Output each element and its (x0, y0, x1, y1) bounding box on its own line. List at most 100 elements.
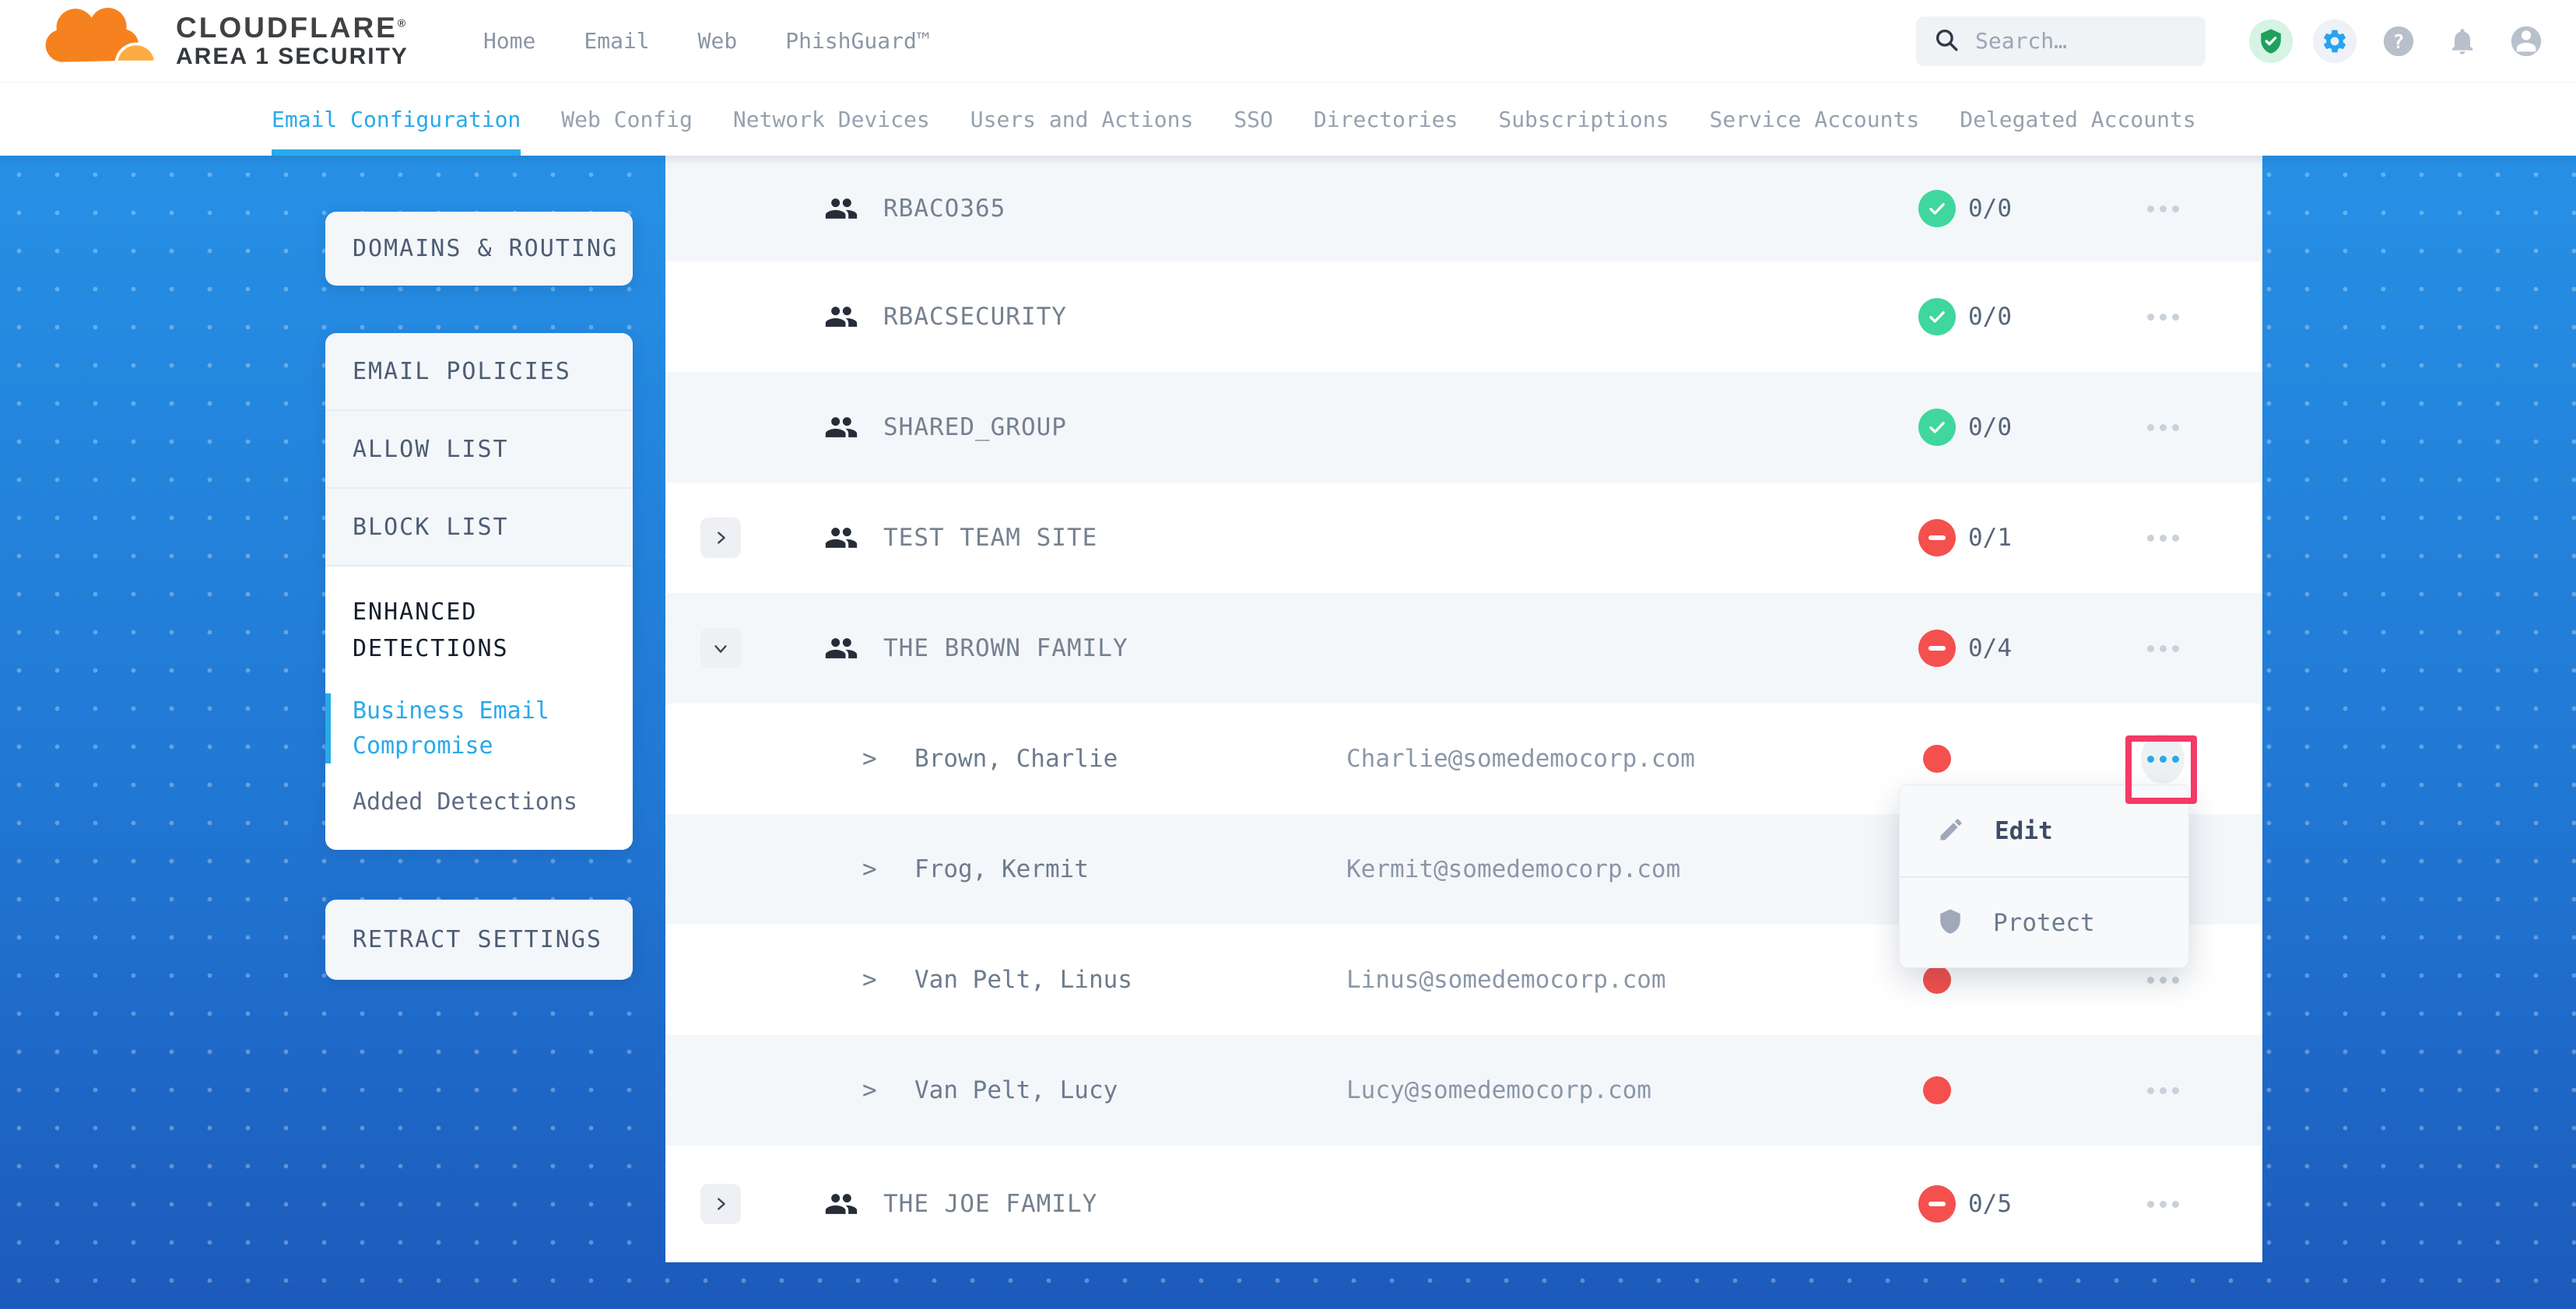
sidebar-item-block-list[interactable]: BLOCK LIST (325, 489, 633, 567)
chevron-right-icon (712, 1195, 729, 1212)
brand-name: CLOUDFLARE (176, 12, 398, 44)
sidebar-item-business-email-compromise[interactable]: Business Email Compromise (325, 693, 582, 763)
tab-network-devices[interactable]: Network Devices (733, 82, 930, 156)
tab-email-configuration[interactable]: Email Configuration (272, 82, 521, 156)
row-menu-button[interactable] (2141, 184, 2185, 233)
ellipsis-icon (2147, 314, 2179, 321)
settings-gear-icon[interactable] (2313, 19, 2357, 63)
protected-count: 0/4 (1968, 634, 2012, 662)
group-table: RBACO3650/0 RBACSECURITY 0/0 SHARED_GROUP0/… (665, 156, 2262, 1262)
top-chrome: CLOUDFLARE® AREA 1 SECURITY Home Email Web… (0, 0, 2576, 156)
ellipsis-icon (2147, 1201, 2179, 1208)
table-row[interactable]: SHARED_GROUP0/0 (665, 372, 2262, 483)
status-dot (1923, 966, 1951, 994)
group-name: THE JOE FAMILY (883, 1190, 1319, 1218)
context-menu-item-edit[interactable]: Edit (1900, 785, 2188, 876)
table-row[interactable]: RBACSECURITY 0/0 (665, 261, 2262, 372)
minus-icon (1928, 1202, 1946, 1206)
tab-service-accounts[interactable]: Service Accounts (1710, 82, 1920, 156)
pencil-icon (1937, 816, 1965, 847)
row-menu-button[interactable] (2141, 402, 2185, 452)
app-window: CLOUDFLARE® AREA 1 SECURITY Home Email Web… (0, 0, 2576, 1309)
member-name: Brown, Charlie (914, 745, 1346, 773)
brand-logo: CLOUDFLARE® AREA 1 SECURITY (44, 4, 409, 79)
enhanced-detections-heading[interactable]: ENHANCED DETECTIONS (353, 595, 605, 667)
group-name: RBACSECURITY (883, 303, 1319, 331)
ellipsis-icon (2147, 1087, 2179, 1094)
expand-spacer (700, 407, 741, 447)
config-tabs: Email Configuration Web Config Network Dev… (0, 82, 2576, 156)
sidebar-item-email-policies[interactable]: EMAIL POLICIES (325, 333, 633, 411)
table-row[interactable]: > Van Pelt, LucyLucy@somedemocorp.com (665, 1035, 2262, 1146)
ellipsis-icon (2147, 645, 2179, 652)
chevron-down-icon (712, 640, 729, 657)
tab-sso[interactable]: SSO (1234, 82, 1273, 156)
group-icon (821, 300, 862, 334)
sidebar-item-retract-settings[interactable]: RETRACT SETTINGS (325, 900, 633, 980)
brand-subtitle: AREA 1 SECURITY (176, 44, 409, 70)
sidebar: DOMAINS & ROUTING EMAIL POLICIESALLOW LI… (325, 212, 633, 980)
row-menu-button[interactable] (2141, 623, 2185, 673)
notifications-bell-icon[interactable] (2441, 19, 2484, 63)
table-row[interactable]: THE JOE FAMILY 0/5 (665, 1146, 2262, 1262)
status-cell: 0/0 (1918, 190, 2141, 227)
row-menu-button[interactable] (2141, 292, 2185, 342)
status-cell: 0/0 (1918, 298, 2141, 335)
nav-item-phishguard-[interactable]: PhishGuard™ (785, 28, 929, 54)
row-menu-button[interactable] (2141, 1065, 2185, 1115)
groups-table-panel: RBACO3650/0 RBACSECURITY 0/0 SHARED_GROUP0/… (665, 156, 2262, 1262)
svg-text:?: ? (2393, 30, 2405, 52)
account-icon[interactable] (2504, 19, 2548, 63)
tab-web-config[interactable]: Web Config (561, 82, 693, 156)
group-icon (821, 410, 862, 444)
nav-item-web[interactable]: Web (698, 28, 738, 54)
sidebar-item-domains-routing[interactable]: DOMAINS & ROUTING (325, 212, 633, 286)
table-row[interactable]: RBACO3650/0 (665, 156, 2262, 261)
tab-subscriptions[interactable]: Subscriptions (1498, 82, 1669, 156)
row-menu-button[interactable] (2141, 734, 2185, 784)
status-cell: 0/4 (1918, 630, 2141, 667)
status-minus-badge (1918, 1185, 1956, 1223)
expand-row-button[interactable] (700, 1184, 741, 1224)
sidebar-item-allow-list[interactable]: ALLOW LIST (325, 411, 633, 489)
shield-check-icon[interactable] (2249, 19, 2293, 63)
minus-icon (1928, 646, 1946, 651)
member-chevron-icon: > (862, 745, 886, 773)
status-cell: 0/1 (1918, 519, 2141, 556)
member-email: Linus@somedemocorp.com (1346, 966, 1918, 994)
shield-icon (1937, 907, 1964, 939)
expand-row-button[interactable] (700, 518, 741, 558)
status-cell: 0/5 (1918, 1185, 2141, 1223)
nav-item-email[interactable]: Email (584, 28, 649, 54)
member-name: Frog, Kermit (914, 855, 1346, 883)
row-menu-button[interactable] (2141, 513, 2185, 563)
help-icon[interactable]: ? (2377, 19, 2420, 63)
search-input[interactable] (1975, 28, 2188, 54)
status-check-badge (1918, 190, 1956, 227)
status-dot (1923, 1076, 1951, 1104)
table-row[interactable]: THE BROWN FAMILY0/4 (665, 593, 2262, 704)
member-email: Lucy@somedemocorp.com (1346, 1076, 1918, 1104)
table-row[interactable]: TEST TEAM SITE0/1 (665, 483, 2262, 593)
member-chevron-icon: > (862, 855, 886, 883)
expand-spacer (700, 188, 741, 229)
sidebar-item-added-detections[interactable]: Added Detections (325, 788, 633, 816)
protected-count: 0/0 (1968, 195, 2012, 223)
search-box[interactable] (1916, 16, 2206, 66)
context-menu-item-protect[interactable]: Protect (1900, 876, 2188, 967)
context-menu-label: Protect (1993, 909, 2095, 937)
member-name: Van Pelt, Lucy (914, 1076, 1346, 1104)
tab-delegated-accounts[interactable]: Delegated Accounts (1960, 82, 2195, 156)
member-chevron-icon: > (862, 1076, 886, 1104)
member-email: Charlie@somedemocorp.com (1346, 745, 1918, 773)
protected-count: 0/0 (1968, 303, 2012, 331)
member-email: Kermit@somedemocorp.com (1346, 855, 1918, 883)
tab-users-and-actions[interactable]: Users and Actions (970, 82, 1194, 156)
tab-directories[interactable]: Directories (1314, 82, 1458, 156)
row-menu-button[interactable] (2141, 1179, 2185, 1229)
ellipsis-icon (2147, 535, 2179, 542)
group-icon (821, 1187, 862, 1221)
status-minus-badge (1918, 519, 1956, 556)
nav-item-home[interactable]: Home (483, 28, 535, 54)
collapse-row-button[interactable] (700, 628, 741, 669)
